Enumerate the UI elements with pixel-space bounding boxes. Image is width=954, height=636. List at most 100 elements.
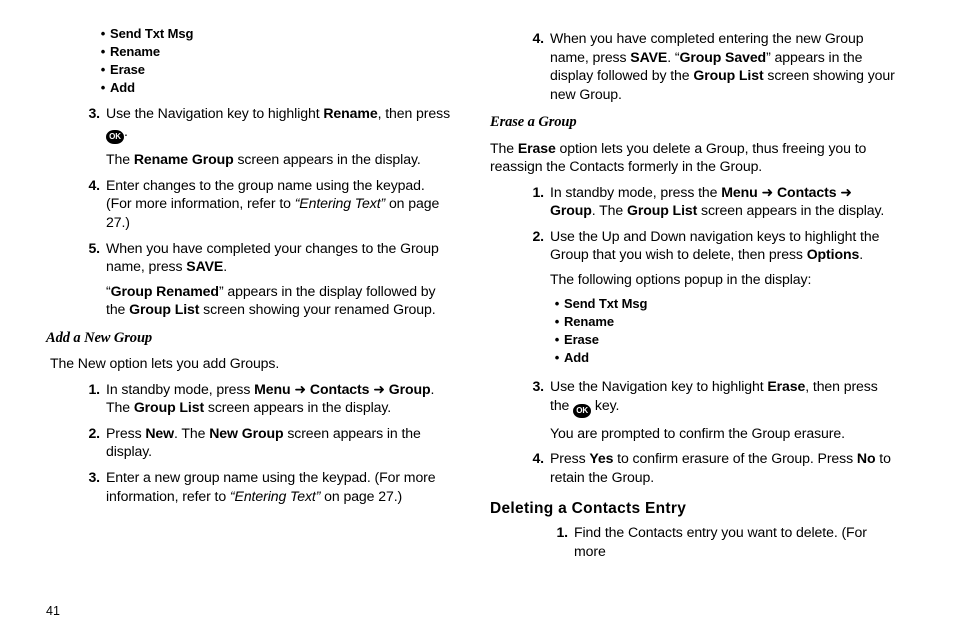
step-1: 1. Find the Contacts entry you want to d… [542,523,896,560]
step-number: 4. [74,176,106,232]
step-1: 1. In standby mode, press Menu ➜ Contact… [74,380,452,417]
text: . The [174,425,209,441]
bold-term: Options [807,246,860,262]
step-text: Enter a new group name using the keypad.… [106,468,452,505]
bullet-item: •Rename [96,43,452,60]
left-column: •Send Txt Msg•Rename•Erase•Add 3. Use th… [46,22,452,592]
bold-term: New Group [209,425,283,441]
bullet-dot-icon: • [550,349,564,366]
arrow-icon: ➜ [758,184,777,200]
bold-term: Group [389,381,431,397]
lead-paragraph: The New option lets you add Groups. [50,354,452,373]
text: Use the Navigation key to highlight [550,378,767,394]
text: . “ [667,49,679,65]
bullet-dot-icon: • [550,331,564,348]
bold-term: Contacts [310,381,370,397]
text: Press [106,425,145,441]
bullet-dot-icon: • [96,61,110,78]
text: In standby mode, press the [550,184,721,200]
erase-group-steps: 1. In standby mode, press the Menu ➜ Con… [490,183,896,487]
step-5: 5. When you have completed your changes … [74,239,452,319]
bold-term: Group Renamed [111,283,219,299]
step-text: When you have completed entering the new… [550,29,896,103]
step-text: Use the Navigation key to highlight Rena… [106,104,452,145]
ok-key-icon: OK [573,404,591,418]
right-column: 4. When you have completed entering the … [490,22,896,592]
bold-term: Erase [767,378,805,394]
bold-term: Rename [323,105,377,121]
page-number: 41 [46,592,896,618]
step-text: The following options popup in the displ… [550,270,896,289]
add-group-steps: 1. In standby mode, press Menu ➜ Contact… [46,380,452,506]
ok-key-icon: OK [106,130,124,144]
step-number: 3. [74,468,106,505]
step-number: 4. [518,29,550,103]
step-text: In standby mode, press the Menu ➜ Contac… [550,183,896,220]
step-number: 1. [518,183,550,220]
step-4: 4. Press Yes to confirm erasure of the G… [518,449,896,486]
step-text: You are prompted to confirm the Group er… [550,424,896,443]
text: . The [592,202,627,218]
text: to confirm erasure of the Group. Press [613,450,857,466]
step-2: 2. Press New. The New Group screen appea… [74,424,452,461]
step-number: 5. [74,239,106,319]
text: screen showing your renamed Group. [199,301,435,317]
bold-term: SAVE [186,258,223,274]
page: •Send Txt Msg•Rename•Erase•Add 3. Use th… [0,0,954,636]
step-text: Press New. The New Group screen appears … [106,424,452,461]
bullet-item: •Send Txt Msg [550,295,896,312]
bullet-item: •Erase [550,331,896,348]
step-text: The Rename Group screen appears in the d… [106,150,452,169]
text: The [490,140,518,156]
step-text: Enter changes to the group name using th… [106,176,452,232]
bold-term: Contacts [777,184,837,200]
cross-reference: “Entering Text” [230,488,320,504]
bold-term: SAVE [630,49,667,65]
step-1: 1. In standby mode, press the Menu ➜ Con… [518,183,896,220]
step-text: “Group Renamed” appears in the display f… [106,282,452,319]
bold-term: New [145,425,174,441]
subsection-heading-add-group: Add a New Group [46,329,452,348]
delete-contact-steps: 1. Find the Contacts entry you want to d… [490,523,896,560]
bullet-item: •Erase [96,61,452,78]
rename-steps-continued: 3. Use the Navigation key to highlight R… [46,104,452,319]
bold-term: Yes [589,450,613,466]
step-2: 2. Use the Up and Down navigation keys t… [518,227,896,370]
text: The [106,151,134,167]
text: . [124,123,128,139]
two-column-layout: •Send Txt Msg•Rename•Erase•Add 3. Use th… [46,22,896,592]
bullet-label: Add [564,349,589,366]
bold-term: Erase [518,140,556,156]
step-text: In standby mode, press Menu ➜ Contacts ➜… [106,380,452,417]
text: . [223,258,227,274]
step-text: Press Yes to confirm erasure of the Grou… [550,449,896,486]
text: When you have completed your changes to … [106,240,439,275]
subsection-heading-erase-group: Erase a Group [490,113,896,132]
cross-reference: “Entering Text” [295,195,385,211]
add-group-steps-continued: 4. When you have completed entering the … [490,29,896,103]
text: key. [591,397,619,413]
arrow-icon: ➜ [369,381,388,397]
bullet-label: Rename [564,313,614,330]
text: screen appears in the display. [234,151,421,167]
lead-paragraph: The Erase option lets you delete a Group… [490,139,896,176]
bullet-label: Erase [564,331,599,348]
bold-term: Group List [129,301,199,317]
bold-term: No [857,450,876,466]
step-4: 4. When you have completed entering the … [518,29,896,103]
bullet-dot-icon: • [96,43,110,60]
bullet-label: Send Txt Msg [110,25,193,42]
bold-term: Group Saved [679,49,766,65]
bullet-label: Add [110,79,135,96]
bold-term: Group List [693,67,763,83]
text: , then press [378,105,450,121]
step-number: 2. [518,227,550,370]
bullet-item: •Send Txt Msg [96,25,452,42]
step-number: 4. [518,449,550,486]
step-3: 3. Use the Navigation key to highlight E… [518,377,896,442]
text: Use the Navigation key to highlight [106,105,323,121]
step-number: 3. [518,377,550,442]
bullet-dot-icon: • [550,313,564,330]
step-number: 2. [74,424,106,461]
step-3: 3. Use the Navigation key to highlight R… [74,104,452,169]
